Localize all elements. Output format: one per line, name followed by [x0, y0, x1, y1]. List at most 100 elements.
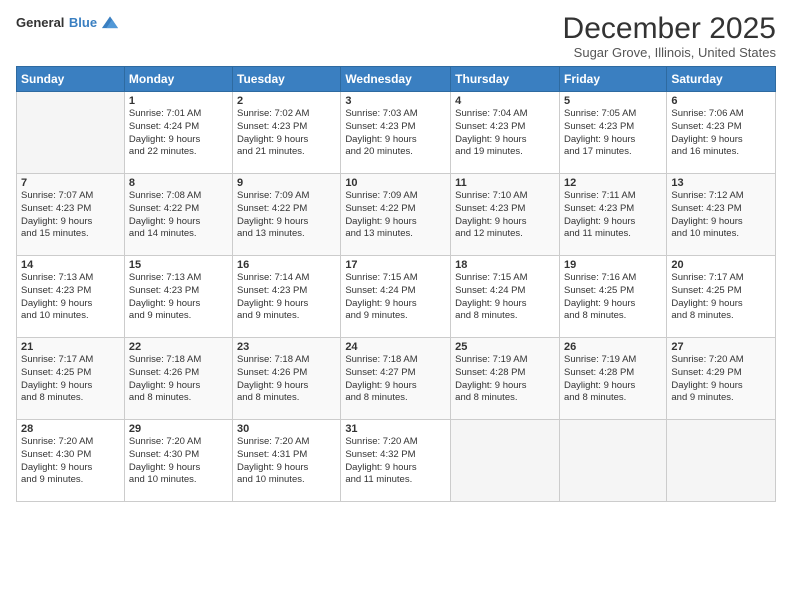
logo: General Blue	[16, 12, 121, 34]
weekday-header-monday: Monday	[124, 67, 232, 92]
weekday-header-thursday: Thursday	[451, 67, 560, 92]
page: General Blue December 2025 Sugar Grove, …	[0, 0, 792, 612]
day-number: 22	[129, 341, 228, 353]
day-number: 21	[21, 341, 120, 353]
day-info: Sunrise: 7:13 AMSunset: 4:23 PMDaylight:…	[21, 272, 120, 323]
logo-general: General	[16, 15, 64, 30]
calendar-cell: 1Sunrise: 7:01 AMSunset: 4:24 PMDaylight…	[124, 92, 232, 174]
day-number: 30	[237, 423, 336, 435]
day-info: Sunrise: 7:17 AMSunset: 4:25 PMDaylight:…	[671, 272, 771, 323]
day-number: 6	[671, 95, 771, 107]
calendar-week-row: 28Sunrise: 7:20 AMSunset: 4:30 PMDayligh…	[17, 420, 776, 502]
day-info: Sunrise: 7:20 AMSunset: 4:31 PMDaylight:…	[237, 436, 336, 487]
title-section: December 2025 Sugar Grove, Illinois, Uni…	[563, 12, 776, 60]
calendar-cell: 14Sunrise: 7:13 AMSunset: 4:23 PMDayligh…	[17, 256, 125, 338]
calendar-week-row: 1Sunrise: 7:01 AMSunset: 4:24 PMDaylight…	[17, 92, 776, 174]
calendar-cell: 30Sunrise: 7:20 AMSunset: 4:31 PMDayligh…	[233, 420, 341, 502]
day-number: 4	[455, 95, 555, 107]
day-number: 17	[345, 259, 446, 271]
calendar-week-row: 7Sunrise: 7:07 AMSunset: 4:23 PMDaylight…	[17, 174, 776, 256]
day-number: 12	[564, 177, 662, 189]
calendar-week-row: 14Sunrise: 7:13 AMSunset: 4:23 PMDayligh…	[17, 256, 776, 338]
day-info: Sunrise: 7:20 AMSunset: 4:32 PMDaylight:…	[345, 436, 446, 487]
day-number: 31	[345, 423, 446, 435]
day-info: Sunrise: 7:09 AMSunset: 4:22 PMDaylight:…	[237, 190, 336, 241]
day-info: Sunrise: 7:20 AMSunset: 4:30 PMDaylight:…	[21, 436, 120, 487]
calendar-cell: 16Sunrise: 7:14 AMSunset: 4:23 PMDayligh…	[233, 256, 341, 338]
day-info: Sunrise: 7:05 AMSunset: 4:23 PMDaylight:…	[564, 108, 662, 159]
weekday-header-tuesday: Tuesday	[233, 67, 341, 92]
day-info: Sunrise: 7:14 AMSunset: 4:23 PMDaylight:…	[237, 272, 336, 323]
calendar-cell: 4Sunrise: 7:04 AMSunset: 4:23 PMDaylight…	[451, 92, 560, 174]
calendar-cell: 22Sunrise: 7:18 AMSunset: 4:26 PMDayligh…	[124, 338, 232, 420]
day-number: 27	[671, 341, 771, 353]
calendar-cell: 3Sunrise: 7:03 AMSunset: 4:23 PMDaylight…	[341, 92, 451, 174]
day-number: 15	[129, 259, 228, 271]
day-number: 2	[237, 95, 336, 107]
calendar-cell: 27Sunrise: 7:20 AMSunset: 4:29 PMDayligh…	[667, 338, 776, 420]
day-info: Sunrise: 7:02 AMSunset: 4:23 PMDaylight:…	[237, 108, 336, 159]
logo-blue: Blue	[69, 15, 97, 30]
calendar-cell: 19Sunrise: 7:16 AMSunset: 4:25 PMDayligh…	[559, 256, 666, 338]
day-info: Sunrise: 7:17 AMSunset: 4:25 PMDaylight:…	[21, 354, 120, 405]
header: General Blue December 2025 Sugar Grove, …	[16, 12, 776, 60]
day-info: Sunrise: 7:18 AMSunset: 4:26 PMDaylight:…	[129, 354, 228, 405]
calendar-cell: 12Sunrise: 7:11 AMSunset: 4:23 PMDayligh…	[559, 174, 666, 256]
weekday-header-wednesday: Wednesday	[341, 67, 451, 92]
calendar-cell: 7Sunrise: 7:07 AMSunset: 4:23 PMDaylight…	[17, 174, 125, 256]
day-info: Sunrise: 7:15 AMSunset: 4:24 PMDaylight:…	[455, 272, 555, 323]
calendar-cell	[451, 420, 560, 502]
day-number: 24	[345, 341, 446, 353]
calendar-cell: 6Sunrise: 7:06 AMSunset: 4:23 PMDaylight…	[667, 92, 776, 174]
day-info: Sunrise: 7:20 AMSunset: 4:30 PMDaylight:…	[129, 436, 228, 487]
day-number: 8	[129, 177, 228, 189]
weekday-header-sunday: Sunday	[17, 67, 125, 92]
day-info: Sunrise: 7:19 AMSunset: 4:28 PMDaylight:…	[564, 354, 662, 405]
day-info: Sunrise: 7:13 AMSunset: 4:23 PMDaylight:…	[129, 272, 228, 323]
day-number: 29	[129, 423, 228, 435]
calendar-cell: 20Sunrise: 7:17 AMSunset: 4:25 PMDayligh…	[667, 256, 776, 338]
weekday-header-friday: Friday	[559, 67, 666, 92]
day-info: Sunrise: 7:11 AMSunset: 4:23 PMDaylight:…	[564, 190, 662, 241]
day-info: Sunrise: 7:04 AMSunset: 4:23 PMDaylight:…	[455, 108, 555, 159]
calendar-cell: 18Sunrise: 7:15 AMSunset: 4:24 PMDayligh…	[451, 256, 560, 338]
day-info: Sunrise: 7:12 AMSunset: 4:23 PMDaylight:…	[671, 190, 771, 241]
calendar-cell: 29Sunrise: 7:20 AMSunset: 4:30 PMDayligh…	[124, 420, 232, 502]
calendar-cell: 26Sunrise: 7:19 AMSunset: 4:28 PMDayligh…	[559, 338, 666, 420]
day-number: 5	[564, 95, 662, 107]
calendar-table: SundayMondayTuesdayWednesdayThursdayFrid…	[16, 66, 776, 502]
calendar-cell: 10Sunrise: 7:09 AMSunset: 4:22 PMDayligh…	[341, 174, 451, 256]
day-number: 9	[237, 177, 336, 189]
day-info: Sunrise: 7:10 AMSunset: 4:23 PMDaylight:…	[455, 190, 555, 241]
day-info: Sunrise: 7:19 AMSunset: 4:28 PMDaylight:…	[455, 354, 555, 405]
calendar-week-row: 21Sunrise: 7:17 AMSunset: 4:25 PMDayligh…	[17, 338, 776, 420]
month-title: December 2025	[563, 12, 776, 45]
calendar-cell: 17Sunrise: 7:15 AMSunset: 4:24 PMDayligh…	[341, 256, 451, 338]
location: Sugar Grove, Illinois, United States	[563, 45, 776, 60]
calendar-cell: 13Sunrise: 7:12 AMSunset: 4:23 PMDayligh…	[667, 174, 776, 256]
day-number: 23	[237, 341, 336, 353]
calendar-cell: 24Sunrise: 7:18 AMSunset: 4:27 PMDayligh…	[341, 338, 451, 420]
day-number: 13	[671, 177, 771, 189]
day-number: 16	[237, 259, 336, 271]
calendar-cell: 31Sunrise: 7:20 AMSunset: 4:32 PMDayligh…	[341, 420, 451, 502]
day-info: Sunrise: 7:15 AMSunset: 4:24 PMDaylight:…	[345, 272, 446, 323]
day-info: Sunrise: 7:09 AMSunset: 4:22 PMDaylight:…	[345, 190, 446, 241]
calendar-cell: 9Sunrise: 7:09 AMSunset: 4:22 PMDaylight…	[233, 174, 341, 256]
day-info: Sunrise: 7:01 AMSunset: 4:24 PMDaylight:…	[129, 108, 228, 159]
day-number: 1	[129, 95, 228, 107]
calendar-cell	[667, 420, 776, 502]
day-number: 14	[21, 259, 120, 271]
calendar-cell: 11Sunrise: 7:10 AMSunset: 4:23 PMDayligh…	[451, 174, 560, 256]
day-number: 11	[455, 177, 555, 189]
day-info: Sunrise: 7:03 AMSunset: 4:23 PMDaylight:…	[345, 108, 446, 159]
calendar-cell: 28Sunrise: 7:20 AMSunset: 4:30 PMDayligh…	[17, 420, 125, 502]
day-number: 28	[21, 423, 120, 435]
day-number: 26	[564, 341, 662, 353]
day-info: Sunrise: 7:08 AMSunset: 4:22 PMDaylight:…	[129, 190, 228, 241]
day-number: 18	[455, 259, 555, 271]
calendar-cell: 5Sunrise: 7:05 AMSunset: 4:23 PMDaylight…	[559, 92, 666, 174]
calendar-cell: 23Sunrise: 7:18 AMSunset: 4:26 PMDayligh…	[233, 338, 341, 420]
weekday-header-row: SundayMondayTuesdayWednesdayThursdayFrid…	[17, 67, 776, 92]
logo-icon	[99, 12, 121, 34]
